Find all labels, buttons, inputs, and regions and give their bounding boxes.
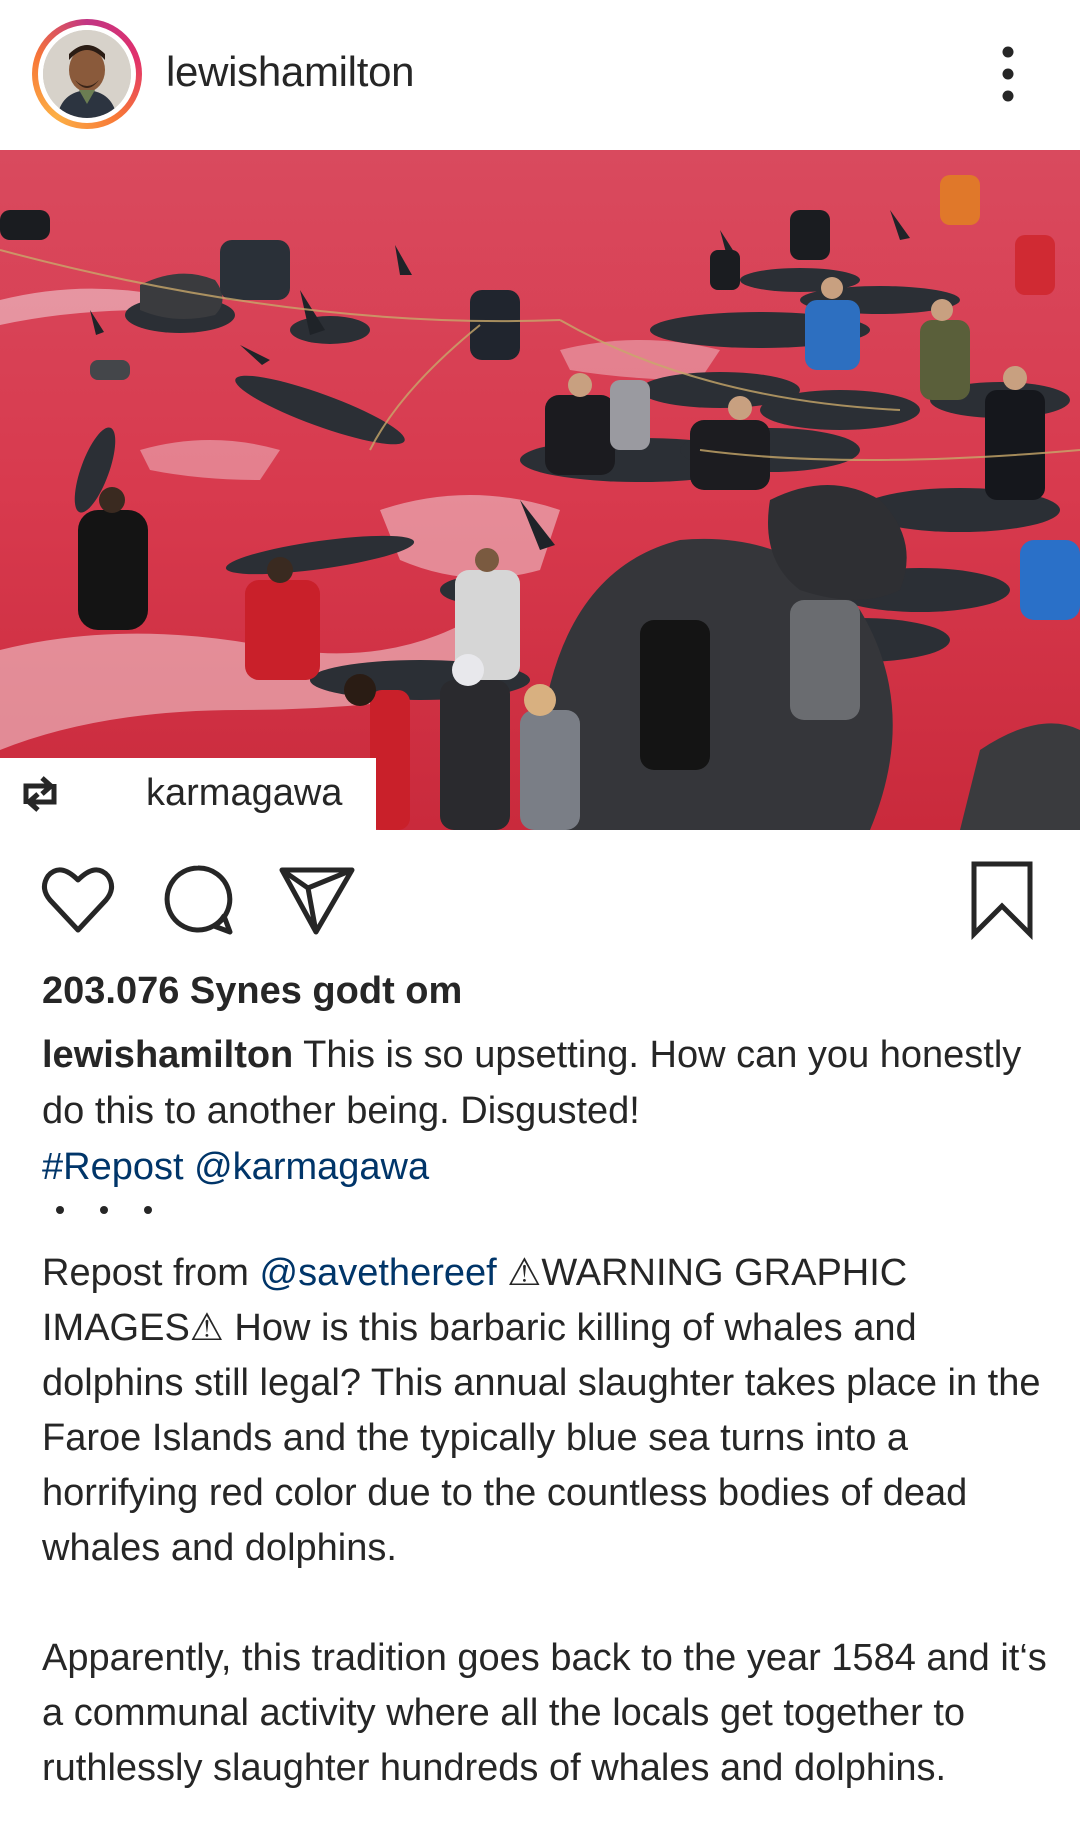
more-options-button[interactable]: [990, 44, 1026, 104]
repost-icon: [23, 776, 57, 812]
likes-count[interactable]: 203.076 Synes godt om: [42, 970, 462, 1013]
body-paragraph-1: Repost from @savethereef ⚠WARNING GRAPHI…: [42, 1246, 1062, 1576]
mention-link[interactable]: @karmagawa: [194, 1146, 429, 1188]
caption-body: Repost from @savethereef ⚠WARNING GRAPHI…: [42, 1246, 1062, 1796]
hashtag-link[interactable]: #Repost: [42, 1146, 184, 1188]
save-button[interactable]: [962, 860, 1042, 941]
source-mention-link[interactable]: @savethereef: [260, 1252, 497, 1294]
action-bar: [0, 860, 1080, 941]
body-paragraph-1-text: ⚠WARNING GRAPHIC IMAGES⚠ How is this bar…: [42, 1252, 1041, 1569]
caption-separator: [56, 1200, 156, 1220]
caption: lewishamilton This is so upsetting. How …: [42, 1027, 1052, 1195]
post-image[interactable]: [0, 150, 1080, 830]
send-icon: [279, 867, 355, 935]
comment-button[interactable]: [158, 860, 238, 940]
username[interactable]: lewishamilton: [166, 48, 415, 96]
repost-attribution[interactable]: karmagawa: [0, 758, 376, 830]
repost-prefix: Repost from: [42, 1252, 249, 1294]
post-photo: [0, 150, 1080, 830]
avatar[interactable]: [43, 30, 131, 118]
heart-icon: [42, 867, 114, 933]
share-button[interactable]: [278, 860, 358, 940]
repost-username: karmagawa: [146, 772, 343, 814]
body-paragraph-2: Apparently, this tradition goes back to …: [42, 1637, 1047, 1789]
comment-icon: [164, 865, 233, 935]
caption-username[interactable]: lewishamilton: [42, 1034, 293, 1076]
post-header: lewishamilton: [0, 0, 1080, 150]
story-ring[interactable]: [32, 19, 142, 129]
like-button[interactable]: [38, 860, 118, 940]
avatar-image: [43, 30, 131, 118]
more-vertical-icon: [1002, 46, 1014, 102]
bookmark-icon: [971, 861, 1033, 941]
